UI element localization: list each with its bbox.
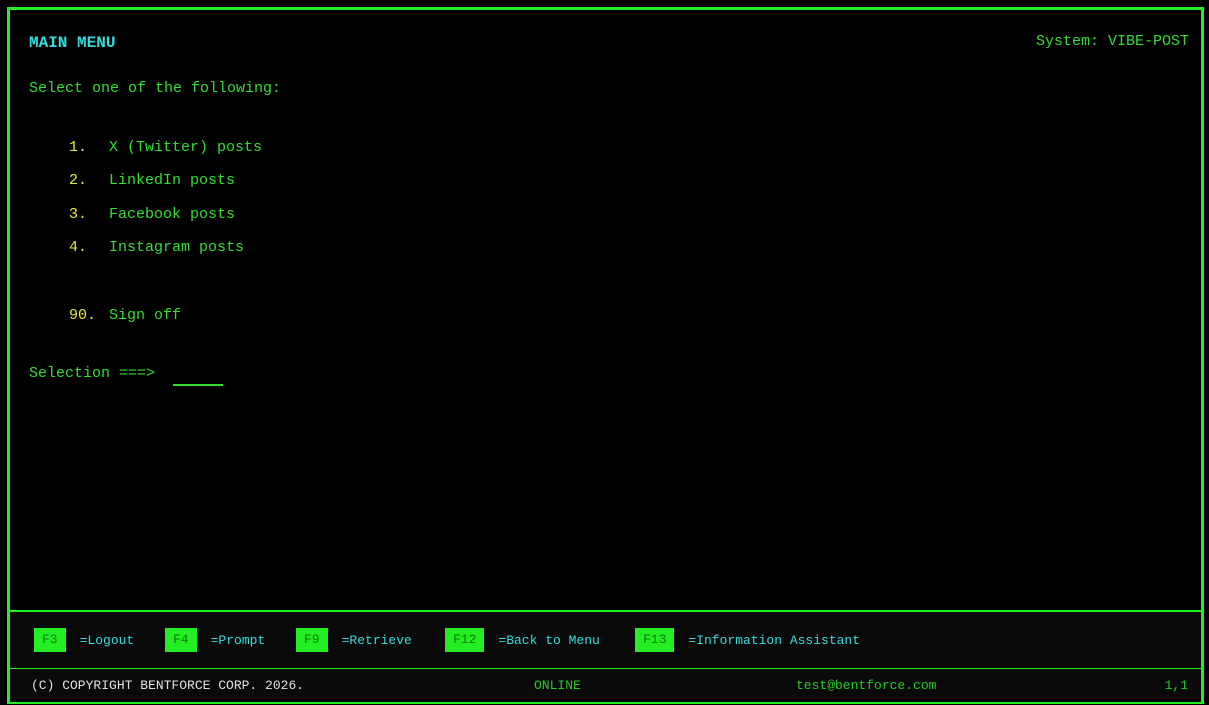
menu-item-x-twitter[interactable]: 1. X (Twitter) posts xyxy=(69,139,262,156)
menu-item-facebook[interactable]: 3. Facebook posts xyxy=(69,206,235,223)
f3-logout-key[interactable]: F3 =Logout xyxy=(34,628,134,652)
system-name: VIBE-POST xyxy=(1107,33,1189,50)
fkey-description: =Logout xyxy=(79,632,135,648)
status-bar: (C) COPYRIGHT BENTFORCE CORP. 2026. ONLI… xyxy=(10,668,1201,702)
selection-input[interactable] xyxy=(173,362,223,386)
fkey-description: =Retrieve xyxy=(341,632,412,648)
fkey-label: F3 xyxy=(34,628,66,652)
fkey-label: F12 xyxy=(445,628,485,652)
menu-item-number: 1. xyxy=(69,139,88,156)
terminal-window: MAIN MENU System: VIBE-POST Select one o… xyxy=(7,7,1204,704)
menu-item-instagram[interactable]: 4. Instagram posts xyxy=(69,239,244,256)
fkey-label: F13 xyxy=(635,628,675,652)
system-indicator: System: VIBE-POST xyxy=(1036,33,1189,50)
fkey-label: F9 xyxy=(296,628,328,652)
f4-prompt-key[interactable]: F4 =Prompt xyxy=(165,628,265,652)
fkey-description: =Back to Menu xyxy=(498,632,600,648)
menu-item-label: Sign off xyxy=(109,307,182,324)
menu-item-number: 2. xyxy=(69,172,88,189)
instruction-text: Select one of the following: xyxy=(29,80,282,97)
menu-item-linkedin[interactable]: 2. LinkedIn posts xyxy=(69,172,235,189)
function-key-bar: F3 =Logout F4 =Prompt F9 =Retrieve F12 =… xyxy=(10,610,1201,668)
menu-item-number: 3. xyxy=(69,206,88,223)
menu-item-label: Instagram posts xyxy=(109,239,245,256)
page-title: MAIN MENU xyxy=(29,34,116,52)
menu-item-label: X (Twitter) posts xyxy=(109,139,263,156)
menu-item-label: LinkedIn posts xyxy=(109,172,236,189)
fkey-label: F4 xyxy=(165,628,197,652)
menu-item-label: Facebook posts xyxy=(109,206,236,223)
f9-retrieve-key[interactable]: F9 =Retrieve xyxy=(296,628,412,652)
menu-item-sign-off[interactable]: 90. Sign off xyxy=(69,307,181,324)
fkey-description: =Prompt xyxy=(210,632,266,648)
selection-label: Selection ===> xyxy=(29,365,156,382)
fkey-description: =Information Assistant xyxy=(688,632,861,648)
connection-status: ONLINE xyxy=(534,678,581,693)
main-area: MAIN MENU System: VIBE-POST Select one o… xyxy=(10,10,1201,610)
system-label: System: xyxy=(1035,33,1099,50)
f13-information-assistant-key[interactable]: F13 =Information Assistant xyxy=(635,628,860,652)
copyright-text: (C) COPYRIGHT BENTFORCE CORP. 2026. xyxy=(31,678,305,693)
user-email: test@bentforce.com xyxy=(796,678,937,693)
f12-back-to-menu-key[interactable]: F12 =Back to Menu xyxy=(445,628,600,652)
menu-item-number: 4. xyxy=(69,239,88,256)
cursor-position: 1,1 xyxy=(1164,678,1188,693)
menu-item-number: 90. xyxy=(69,307,97,324)
